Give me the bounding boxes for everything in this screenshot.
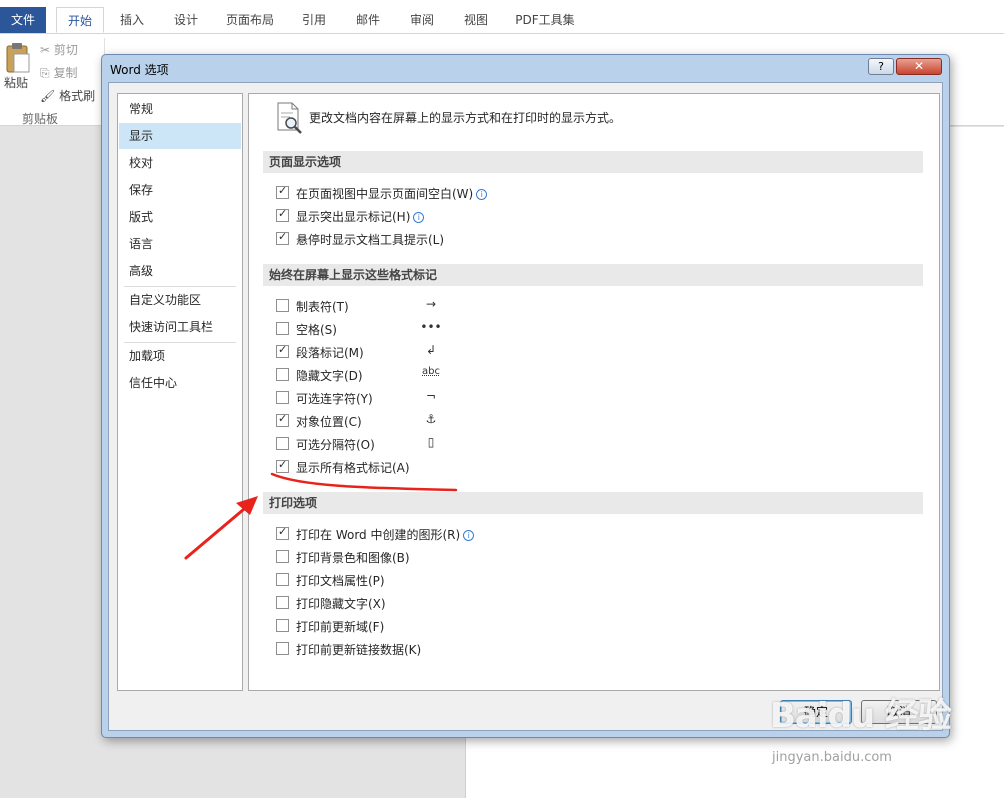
red-arrow-annotation	[184, 502, 252, 560]
red-underline-annotation	[270, 472, 458, 492]
annotation-overlay	[184, 472, 458, 560]
watermark-url: jingyan.baidu.com	[772, 750, 892, 765]
baidu-jingyan-watermark: Baidu 经验 jingyan.baidu.com	[770, 688, 960, 778]
baidu-logo: Baidu 经验	[770, 696, 952, 736]
